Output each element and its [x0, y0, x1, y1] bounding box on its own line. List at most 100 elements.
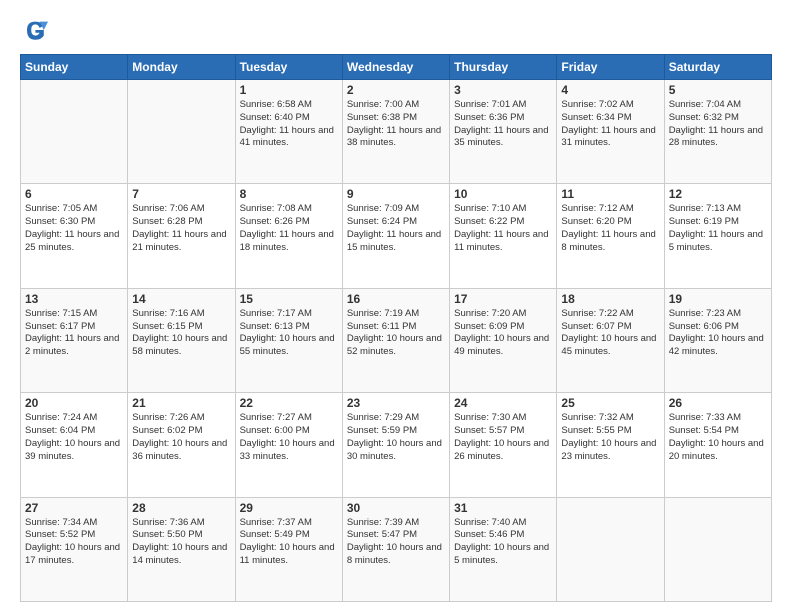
calendar-cell: [664, 497, 771, 601]
day-info: Sunrise: 7:39 AM Sunset: 5:47 PM Dayligh…: [347, 517, 445, 568]
day-number: 21: [132, 396, 230, 410]
day-number: 2: [347, 83, 445, 97]
calendar-cell: 6 Sunrise: 7:05 AM Sunset: 6:30 PM Daylig…: [21, 184, 128, 288]
day-info: Sunrise: 7:40 AM Sunset: 5:46 PM Dayligh…: [454, 517, 552, 568]
calendar-cell: 30 Sunrise: 7:39 AM Sunset: 5:47 PM Dayli…: [342, 497, 449, 601]
calendar-week-row: 13 Sunrise: 7:15 AM Sunset: 6:17 PM Dayli…: [21, 288, 772, 392]
calendar-cell: 3 Sunrise: 7:01 AM Sunset: 6:36 PM Daylig…: [450, 80, 557, 184]
day-number: 18: [561, 292, 659, 306]
day-info: Sunrise: 7:26 AM Sunset: 6:02 PM Dayligh…: [132, 412, 230, 463]
weekday-header: Thursday: [450, 55, 557, 80]
calendar-cell: 8 Sunrise: 7:08 AM Sunset: 6:26 PM Daylig…: [235, 184, 342, 288]
day-info: Sunrise: 7:13 AM Sunset: 6:19 PM Dayligh…: [669, 203, 767, 254]
day-number: 6: [25, 187, 123, 201]
day-number: 26: [669, 396, 767, 410]
calendar-week-row: 27Sunrise: 7:34 AM Sunset: 5:52 PM Dayli…: [21, 497, 772, 601]
calendar-cell: 13 Sunrise: 7:15 AM Sunset: 6:17 PM Dayli…: [21, 288, 128, 392]
day-number: 12: [669, 187, 767, 201]
weekday-header: Tuesday: [235, 55, 342, 80]
day-number: 10: [454, 187, 552, 201]
day-info: Sunrise: 7:20 AM Sunset: 6:09 PM Dayligh…: [454, 308, 552, 359]
calendar-body: 1Sunrise: 6:58 AM Sunset: 6:40 PM Daylig…: [21, 80, 772, 602]
day-info: Sunrise: 7:08 AM Sunset: 6:26 PM Dayligh…: [240, 203, 338, 254]
calendar-cell: 12 Sunrise: 7:13 AM Sunset: 6:19 PM Dayli…: [664, 184, 771, 288]
calendar-cell: 5 Sunrise: 7:04 AM Sunset: 6:32 PM Daylig…: [664, 80, 771, 184]
header: [20, 16, 772, 44]
calendar-week-row: 1Sunrise: 6:58 AM Sunset: 6:40 PM Daylig…: [21, 80, 772, 184]
day-number: 9: [347, 187, 445, 201]
day-info: Sunrise: 7:00 AM Sunset: 6:38 PM Dayligh…: [347, 99, 445, 150]
day-number: 23: [347, 396, 445, 410]
calendar-cell: [128, 80, 235, 184]
day-number: 28: [132, 501, 230, 515]
calendar-cell: 29Sunrise: 7:37 AM Sunset: 5:49 PM Dayli…: [235, 497, 342, 601]
day-info: Sunrise: 7:10 AM Sunset: 6:22 PM Dayligh…: [454, 203, 552, 254]
calendar-cell: 7 Sunrise: 7:06 AM Sunset: 6:28 PM Daylig…: [128, 184, 235, 288]
day-number: 13: [25, 292, 123, 306]
calendar-cell: 25Sunrise: 7:32 AM Sunset: 5:55 PM Dayli…: [557, 393, 664, 497]
weekday-header: Friday: [557, 55, 664, 80]
day-number: 25: [561, 396, 659, 410]
day-info: Sunrise: 7:09 AM Sunset: 6:24 PM Dayligh…: [347, 203, 445, 254]
calendar-cell: 15 Sunrise: 7:17 AM Sunset: 6:13 PM Dayli…: [235, 288, 342, 392]
day-info: Sunrise: 7:23 AM Sunset: 6:06 PM Dayligh…: [669, 308, 767, 359]
day-info: Sunrise: 6:58 AM Sunset: 6:40 PM Dayligh…: [240, 99, 338, 150]
day-info: Sunrise: 7:34 AM Sunset: 5:52 PM Dayligh…: [25, 517, 123, 568]
calendar-cell: 24Sunrise: 7:30 AM Sunset: 5:57 PM Dayli…: [450, 393, 557, 497]
calendar-cell: 22Sunrise: 7:27 AM Sunset: 6:00 PM Dayli…: [235, 393, 342, 497]
day-number: 17: [454, 292, 552, 306]
day-info: Sunrise: 7:01 AM Sunset: 6:36 PM Dayligh…: [454, 99, 552, 150]
day-info: Sunrise: 7:17 AM Sunset: 6:13 PM Dayligh…: [240, 308, 338, 359]
calendar-cell: [557, 497, 664, 601]
day-info: Sunrise: 7:06 AM Sunset: 6:28 PM Dayligh…: [132, 203, 230, 254]
day-info: Sunrise: 7:12 AM Sunset: 6:20 PM Dayligh…: [561, 203, 659, 254]
day-number: 3: [454, 83, 552, 97]
calendar-cell: 17 Sunrise: 7:20 AM Sunset: 6:09 PM Dayli…: [450, 288, 557, 392]
day-number: 31: [454, 501, 552, 515]
weekday-row: SundayMondayTuesdayWednesdayThursdayFrid…: [21, 55, 772, 80]
day-info: Sunrise: 7:36 AM Sunset: 5:50 PM Dayligh…: [132, 517, 230, 568]
day-info: Sunrise: 7:22 AM Sunset: 6:07 PM Dayligh…: [561, 308, 659, 359]
day-number: 19: [669, 292, 767, 306]
calendar-cell: 28 Sunrise: 7:36 AM Sunset: 5:50 PM Dayli…: [128, 497, 235, 601]
day-info: Sunrise: 7:04 AM Sunset: 6:32 PM Dayligh…: [669, 99, 767, 150]
day-number: 30: [347, 501, 445, 515]
calendar-table: SundayMondayTuesdayWednesdayThursdayFrid…: [20, 54, 772, 602]
day-number: 22: [240, 396, 338, 410]
calendar-cell: 31 Sunrise: 7:40 AM Sunset: 5:46 PM Dayli…: [450, 497, 557, 601]
day-number: 7: [132, 187, 230, 201]
calendar-cell: 11Sunrise: 7:12 AM Sunset: 6:20 PM Dayli…: [557, 184, 664, 288]
page: SundayMondayTuesdayWednesdayThursdayFrid…: [0, 0, 792, 612]
day-number: 5: [669, 83, 767, 97]
day-number: 15: [240, 292, 338, 306]
day-number: 8: [240, 187, 338, 201]
calendar-cell: [21, 80, 128, 184]
calendar-cell: 21 Sunrise: 7:26 AM Sunset: 6:02 PM Dayli…: [128, 393, 235, 497]
day-info: Sunrise: 7:16 AM Sunset: 6:15 PM Dayligh…: [132, 308, 230, 359]
calendar-week-row: 6 Sunrise: 7:05 AM Sunset: 6:30 PM Daylig…: [21, 184, 772, 288]
weekday-header: Monday: [128, 55, 235, 80]
calendar-cell: 19 Sunrise: 7:23 AM Sunset: 6:06 PM Dayli…: [664, 288, 771, 392]
day-info: Sunrise: 7:05 AM Sunset: 6:30 PM Dayligh…: [25, 203, 123, 254]
day-info: Sunrise: 7:19 AM Sunset: 6:11 PM Dayligh…: [347, 308, 445, 359]
day-info: Sunrise: 7:15 AM Sunset: 6:17 PM Dayligh…: [25, 308, 123, 359]
calendar-cell: 1Sunrise: 6:58 AM Sunset: 6:40 PM Daylig…: [235, 80, 342, 184]
calendar-cell: 9 Sunrise: 7:09 AM Sunset: 6:24 PM Daylig…: [342, 184, 449, 288]
day-number: 29: [240, 501, 338, 515]
calendar-cell: 18 Sunrise: 7:22 AM Sunset: 6:07 PM Dayli…: [557, 288, 664, 392]
day-number: 20: [25, 396, 123, 410]
day-info: Sunrise: 7:29 AM Sunset: 5:59 PM Dayligh…: [347, 412, 445, 463]
calendar-week-row: 20 Sunrise: 7:24 AM Sunset: 6:04 PM Dayli…: [21, 393, 772, 497]
calendar-cell: 10 Sunrise: 7:10 AM Sunset: 6:22 PM Dayli…: [450, 184, 557, 288]
logo-icon: [20, 16, 48, 44]
calendar-cell: 14 Sunrise: 7:16 AM Sunset: 6:15 PM Dayli…: [128, 288, 235, 392]
weekday-header: Wednesday: [342, 55, 449, 80]
calendar-cell: 4Sunrise: 7:02 AM Sunset: 6:34 PM Daylig…: [557, 80, 664, 184]
calendar-header: SundayMondayTuesdayWednesdayThursdayFrid…: [21, 55, 772, 80]
day-number: 4: [561, 83, 659, 97]
day-number: 14: [132, 292, 230, 306]
calendar-cell: 26Sunrise: 7:33 AM Sunset: 5:54 PM Dayli…: [664, 393, 771, 497]
day-info: Sunrise: 7:30 AM Sunset: 5:57 PM Dayligh…: [454, 412, 552, 463]
calendar-cell: 2 Sunrise: 7:00 AM Sunset: 6:38 PM Daylig…: [342, 80, 449, 184]
day-info: Sunrise: 7:24 AM Sunset: 6:04 PM Dayligh…: [25, 412, 123, 463]
